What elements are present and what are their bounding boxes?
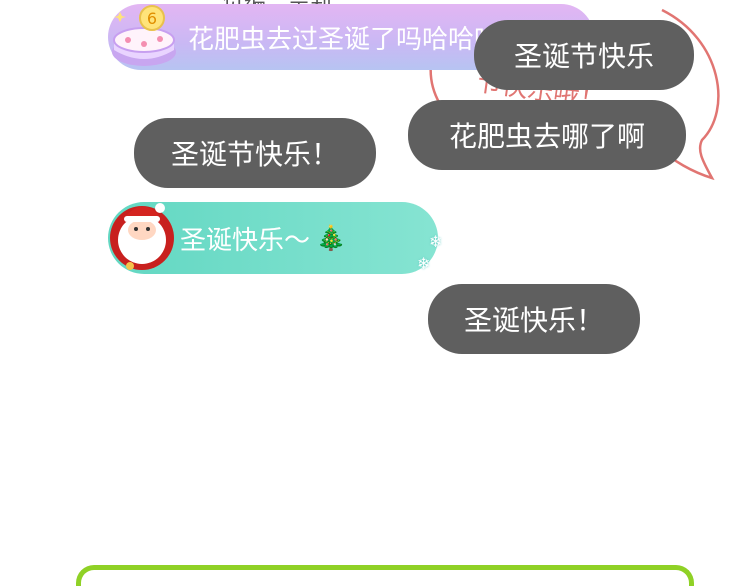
snowflake-icon: ❄: [429, 232, 443, 251]
bubble-text: 花肥虫去哪了啊: [448, 120, 645, 153]
chat-bubble-gray: 圣诞节快乐: [474, 20, 694, 90]
snowflake-icon: ❄: [417, 254, 431, 273]
bubble-text: 圣诞快乐！: [463, 304, 604, 337]
chat-bubble-gray: 圣诞快乐！: [428, 284, 640, 354]
next-panel-frame: [76, 565, 694, 586]
bubble-text: 圣诞节快乐: [513, 40, 654, 73]
christmas-tree-icon: 🎄: [316, 224, 346, 252]
santa-claus-icon: [110, 203, 174, 270]
birthday-cake-icon: 6: [112, 5, 176, 66]
svg-text:6: 6: [147, 9, 157, 28]
chat-panel: 快 节快乐哦！ 负编：吴莉 花肥虫去过圣诞了吗哈哈哈 6 圣诞节快乐 花肥虫去哪…: [0, 0, 750, 586]
chat-bubble-gray: 花肥虫去哪了啊: [408, 100, 686, 170]
chat-bubble-gray: 圣诞节快乐！: [134, 118, 376, 188]
bubble-text: 圣诞快乐～: [180, 225, 311, 256]
bubble-text: 圣诞节快乐！: [170, 138, 339, 171]
bubble-text: 花肥虫去过圣诞了吗哈哈哈: [188, 24, 501, 55]
